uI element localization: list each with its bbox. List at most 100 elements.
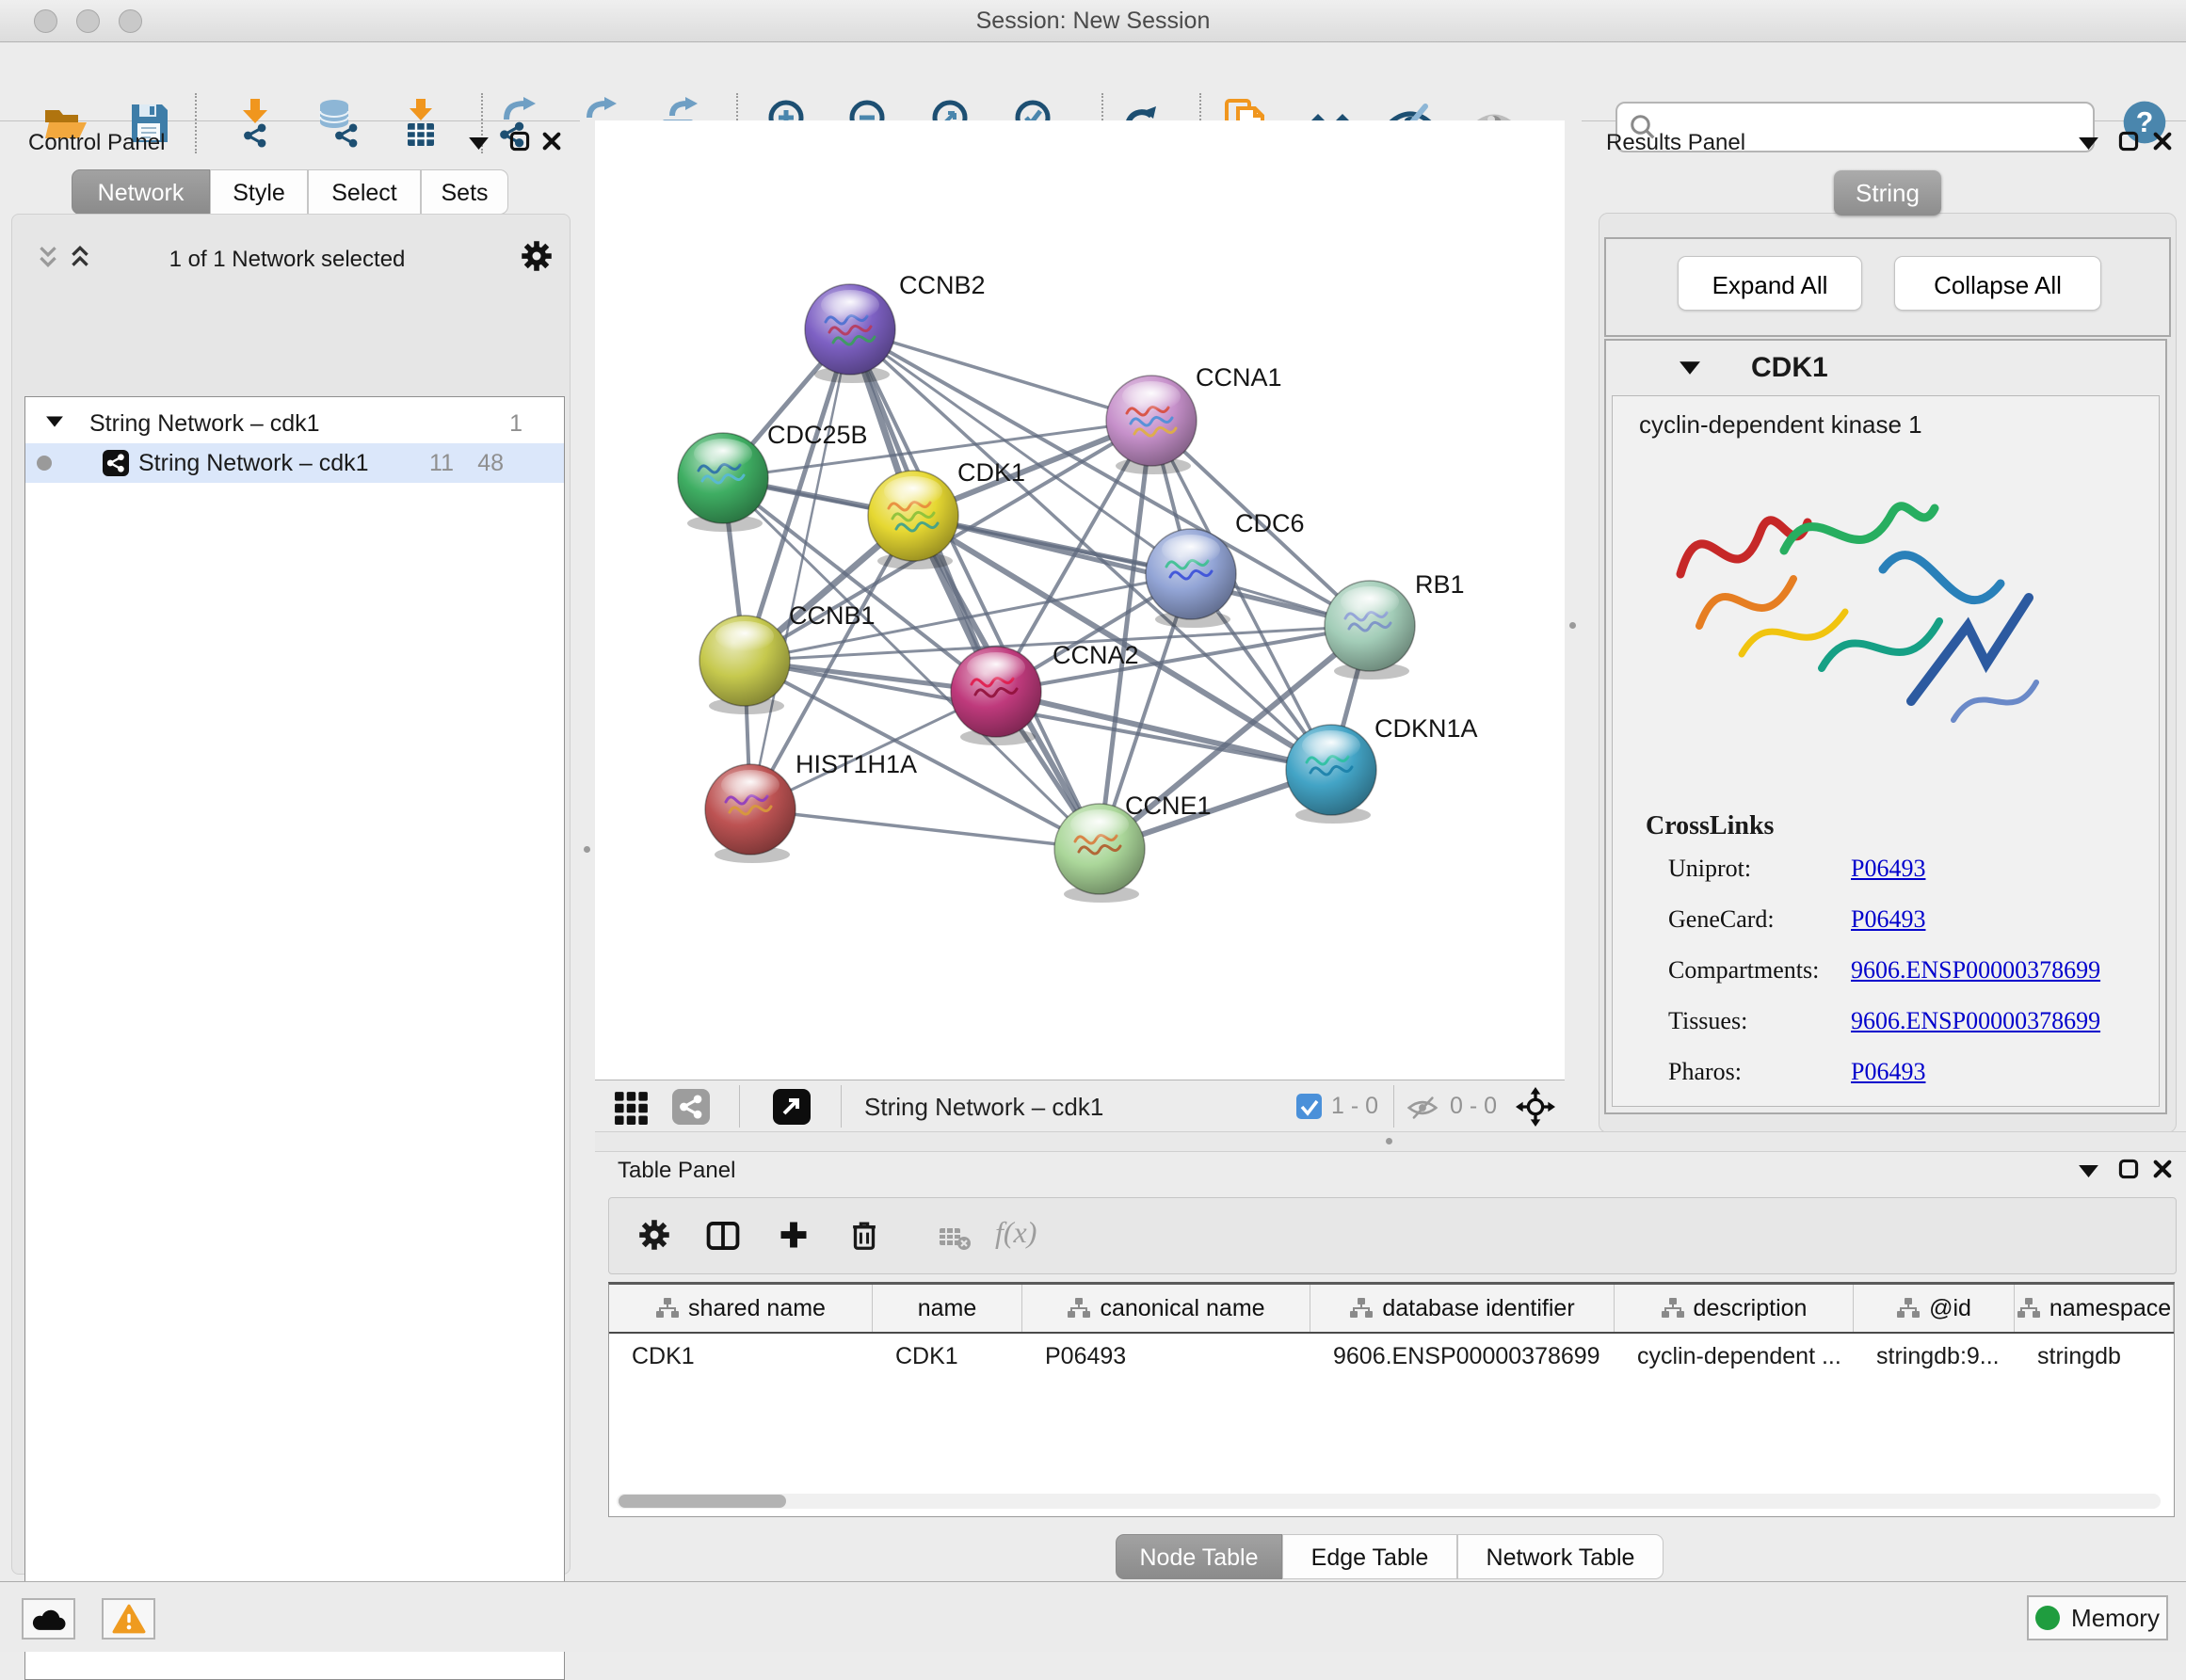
table-row[interactable]: CDK1CDK1P064939606.ENSP00000378699cyclin…: [609, 1334, 2174, 1379]
float-panel-icon[interactable]: [2118, 1159, 2139, 1179]
network-node-CDK1[interactable]: [868, 471, 958, 569]
panel-menu-icon[interactable]: [469, 137, 489, 150]
network-node-CCNB1[interactable]: [699, 616, 790, 714]
selected-count: 1 - 0: [1331, 1093, 1378, 1120]
collapse-all-networks-icon[interactable]: [70, 245, 90, 269]
table-cell[interactable]: cyclin-dependent ...: [1615, 1334, 1854, 1379]
create-column-icon[interactable]: [777, 1218, 811, 1252]
network-edge-CCNB2-CCNA1[interactable]: [850, 329, 1151, 421]
network-node-RB1[interactable]: [1325, 581, 1415, 680]
memory-button[interactable]: Memory: [2027, 1595, 2168, 1640]
window-title: Session: New Session: [0, 8, 2186, 35]
crosslink-label: Uniprot:: [1668, 855, 1751, 883]
left-splitter[interactable]: [580, 120, 595, 1581]
protein-card-collapse-icon[interactable]: [1680, 361, 1700, 375]
network-row-selected[interactable]: String Network – cdk1 11 48: [25, 443, 564, 483]
crosslink-link[interactable]: 9606.ENSP00000378699: [1851, 1007, 2100, 1035]
warnings-button[interactable]: [102, 1598, 155, 1640]
table-cell[interactable]: CDK1: [609, 1334, 873, 1379]
crosslink-link[interactable]: P06493: [1851, 905, 1925, 934]
hierarchy-icon: [1349, 1297, 1374, 1320]
tab-network[interactable]: Network: [72, 169, 210, 215]
grid-view-icon[interactable]: [614, 1091, 650, 1125]
tab-style[interactable]: Style: [210, 169, 308, 215]
network-node-CDC25B[interactable]: [678, 433, 768, 532]
table-cell[interactable]: stringdb: [2015, 1334, 2174, 1379]
network-node-CCNA1[interactable]: [1106, 376, 1197, 474]
node-label-CCNA2: CCNA2: [1053, 641, 1139, 669]
node-label-CCNE1: CCNE1: [1125, 792, 1212, 820]
expand-all-button[interactable]: Expand All: [1678, 256, 1862, 311]
network-node-HIST1H1A[interactable]: [705, 764, 796, 863]
panel-menu-icon[interactable]: [2079, 1165, 2098, 1177]
tab-edge-table[interactable]: Edge Table: [1282, 1534, 1457, 1579]
protein-name: CDK1: [1751, 352, 1828, 384]
delete-table-icon-disabled: [935, 1223, 974, 1253]
close-panel-icon[interactable]: [541, 131, 562, 152]
table-cell[interactable]: CDK1: [873, 1334, 1022, 1379]
tab-select[interactable]: Select: [308, 169, 421, 215]
table-cell[interactable]: stringdb:9...: [1854, 1334, 2015, 1379]
hidden-elements-eye-icon[interactable]: [1405, 1096, 1440, 1120]
expand-all-networks-icon[interactable]: [38, 245, 58, 269]
node-table: shared name name canonical name database id…: [608, 1282, 2175, 1517]
crosslink-link[interactable]: P06493: [1851, 1058, 1925, 1086]
column-header-name[interactable]: name: [873, 1285, 1022, 1332]
control-panel: Control Panel NetworkStyleSelectSets 1 o…: [0, 120, 580, 1581]
column-header-description[interactable]: description: [1615, 1285, 1854, 1332]
protein-structure-image: [1652, 452, 2057, 776]
network-tree: String Network – cdk1 1 String Network –…: [24, 396, 565, 1680]
cloud-status-button[interactable]: [22, 1598, 75, 1640]
tab-network-table[interactable]: Network Table: [1457, 1534, 1664, 1579]
column-header-label: name: [918, 1295, 977, 1322]
table-options-gear-icon[interactable]: [637, 1218, 671, 1252]
network-edge-CCNB2-HIST1H1A[interactable]: [750, 329, 850, 809]
network-node-CDKN1A[interactable]: [1286, 725, 1376, 824]
function-builder-icon-disabled: f(x): [995, 1215, 1037, 1250]
network-edge-HIST1H1A-CCNE1[interactable]: [750, 809, 1100, 849]
crosslink-label: Compartments:: [1668, 956, 1819, 984]
open-in-new-window-icon[interactable]: [773, 1089, 811, 1125]
right-splitter[interactable]: [1565, 120, 1582, 1134]
horizontal-splitter[interactable]: [595, 1131, 2186, 1152]
show-columns-icon[interactable]: [705, 1218, 741, 1254]
column-header-database-identifier[interactable]: database identifier: [1310, 1285, 1615, 1332]
tab-node-table[interactable]: Node Table: [1116, 1534, 1282, 1579]
protein-description: cyclin-dependent kinase 1: [1639, 410, 1922, 440]
close-panel-icon[interactable]: [2152, 131, 2173, 152]
table-cell[interactable]: P06493: [1022, 1334, 1310, 1379]
tab-string[interactable]: String: [1834, 170, 1941, 216]
memory-label: Memory: [2071, 1604, 2160, 1633]
network-node-CCNA2[interactable]: [951, 647, 1041, 745]
column-header-canonical-name[interactable]: canonical name: [1022, 1285, 1310, 1332]
network-options-gear-icon[interactable]: [520, 239, 554, 273]
hidden-count: 0 - 0: [1450, 1093, 1497, 1120]
hierarchy-icon: [1661, 1297, 1685, 1320]
crosslink-link[interactable]: P06493: [1851, 855, 1925, 883]
tab-sets[interactable]: Sets: [421, 169, 508, 215]
float-panel-icon[interactable]: [509, 131, 530, 152]
delete-column-trash-icon[interactable]: [846, 1216, 882, 1254]
network-status-dot: [37, 456, 52, 471]
column-header--id[interactable]: @id: [1854, 1285, 2015, 1332]
crosslink-link[interactable]: 9606.ENSP00000378699: [1851, 956, 2100, 984]
birdseye-navigator-icon[interactable]: [1516, 1087, 1555, 1127]
column-header-namespace[interactable]: namespace: [2015, 1285, 2174, 1332]
memory-status-dot: [2035, 1606, 2060, 1630]
table-horizontal-scrollbar[interactable]: [617, 1494, 2161, 1509]
collapse-all-button[interactable]: Collapse All: [1894, 256, 2101, 311]
hierarchy-icon: [2017, 1297, 2041, 1320]
table-cell[interactable]: 9606.ENSP00000378699: [1310, 1334, 1615, 1379]
cloud-icon: [31, 1607, 67, 1632]
title-bar: Session: New Session: [0, 0, 2186, 42]
column-header-label: canonical name: [1100, 1295, 1264, 1322]
network-share-view-icon[interactable]: [672, 1089, 710, 1125]
float-panel-icon[interactable]: [2118, 131, 2139, 152]
panel-menu-icon[interactable]: [2079, 137, 2098, 150]
selected-nodes-checkbox-icon[interactable]: [1296, 1094, 1322, 1119]
network-collection-row[interactable]: String Network – cdk1 1: [25, 404, 564, 443]
collection-expander-icon[interactable]: [46, 416, 63, 427]
close-panel-icon[interactable]: [2152, 1159, 2173, 1179]
network-canvas[interactable]: CCNB2CCNA1CDC25BCDK1CDC6RB1CCNB1CCNA2CDK…: [595, 120, 1565, 1080]
column-header-shared-name[interactable]: shared name: [609, 1285, 873, 1332]
